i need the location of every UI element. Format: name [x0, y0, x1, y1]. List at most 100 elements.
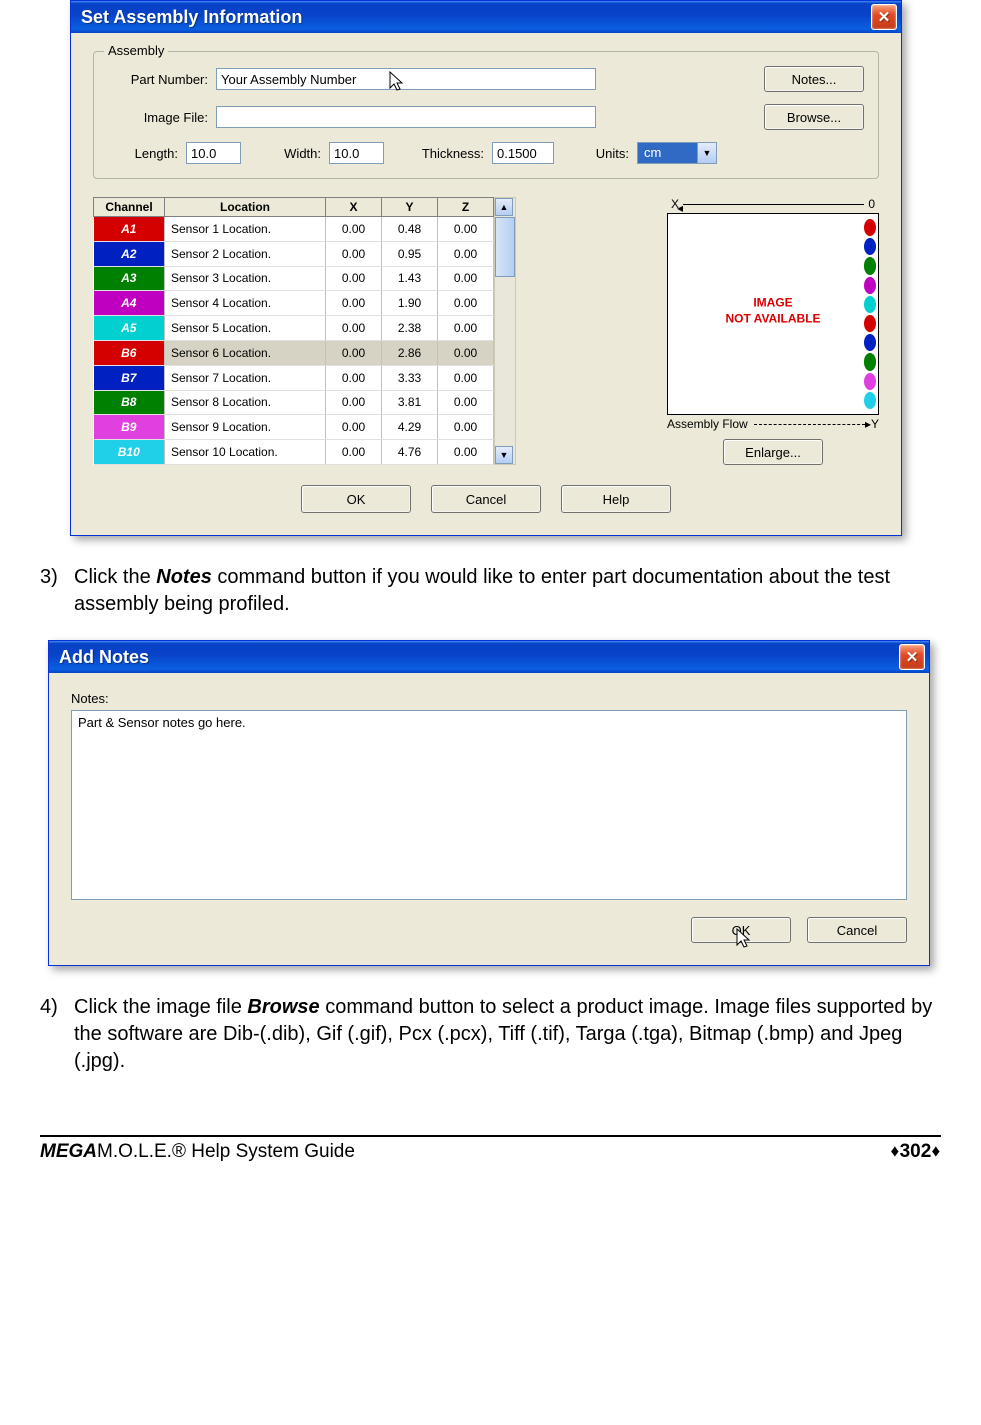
dialog-titlebar[interactable]: Add Notes ✕	[49, 641, 929, 673]
location-cell: Sensor 3 Location.	[165, 266, 326, 291]
location-cell: Sensor 1 Location.	[165, 217, 326, 242]
x-cell: 0.00	[326, 241, 382, 266]
close-icon[interactable]: ✕	[871, 4, 897, 30]
part-number-input[interactable]	[216, 68, 596, 90]
z-cell: 0.00	[438, 340, 494, 365]
y-cell: 2.86	[382, 340, 438, 365]
units-dropdown[interactable]: cm ▼	[637, 142, 717, 164]
units-value: cm	[638, 143, 697, 163]
channel-cell: B6	[94, 340, 165, 365]
z-cell: 0.00	[438, 415, 494, 440]
enlarge-button[interactable]: Enlarge...	[723, 439, 823, 465]
channel-cell: A4	[94, 291, 165, 316]
col-z: Z	[438, 198, 494, 217]
y-cell: 3.81	[382, 390, 438, 415]
x-cell: 0.00	[326, 217, 382, 242]
table-row[interactable]: B7Sensor 7 Location.0.003.330.00	[94, 365, 494, 390]
assembly-groupbox: Assembly Part Number: Notes... Image Fil…	[93, 51, 879, 179]
channel-cell: B10	[94, 440, 165, 465]
location-cell: Sensor 8 Location.	[165, 390, 326, 415]
x-cell: 0.00	[326, 266, 382, 291]
table-row[interactable]: A1Sensor 1 Location.0.000.480.00	[94, 217, 494, 242]
ok-button[interactable]: OK	[691, 917, 791, 943]
dialog-title: Set Assembly Information	[81, 7, 302, 28]
x-cell: 0.00	[326, 390, 382, 415]
location-cell: Sensor 4 Location.	[165, 291, 326, 316]
step-4-text: 4) Click the image file Browse command b…	[40, 994, 941, 1075]
z-cell: 0.00	[438, 440, 494, 465]
scroll-up-icon[interactable]: ▲	[495, 198, 513, 216]
y-cell: 4.76	[382, 440, 438, 465]
z-cell: 0.00	[438, 266, 494, 291]
preview-panel: X ◂ 0 IMAGENOT AVAILABLE Assembly Flow ▸…	[667, 197, 879, 465]
sensor-table[interactable]: ChannelLocationXYZ A1Sensor 1 Location.0…	[93, 197, 494, 465]
width-label: Width:	[241, 146, 329, 161]
thickness-label: Thickness:	[384, 146, 492, 161]
location-cell: Sensor 10 Location.	[165, 440, 326, 465]
z-cell: 0.00	[438, 217, 494, 242]
scroll-thumb[interactable]	[495, 217, 515, 277]
step-3-text: 3) Click the Notes command button if you…	[40, 564, 941, 618]
table-row[interactable]: A2Sensor 2 Location.0.000.950.00	[94, 241, 494, 266]
image-not-available-label: IMAGENOT AVAILABLE	[725, 295, 820, 326]
cancel-button[interactable]: Cancel	[807, 917, 907, 943]
table-row[interactable]: A3Sensor 3 Location.0.001.430.00	[94, 266, 494, 291]
browse-button[interactable]: Browse...	[764, 104, 864, 130]
help-button[interactable]: Help	[561, 485, 671, 513]
col-y: Y	[382, 198, 438, 217]
table-row[interactable]: B10Sensor 10 Location.0.004.760.00	[94, 440, 494, 465]
notes-textarea[interactable]	[71, 710, 907, 900]
table-row[interactable]: A4Sensor 4 Location.0.001.900.00	[94, 291, 494, 316]
table-row[interactable]: B9Sensor 9 Location.0.004.290.00	[94, 415, 494, 440]
ok-button[interactable]: OK	[301, 485, 411, 513]
notes-button[interactable]: Notes...	[764, 66, 864, 92]
location-cell: Sensor 6 Location.	[165, 340, 326, 365]
channel-cell: A1	[94, 217, 165, 242]
y-cell: 0.95	[382, 241, 438, 266]
units-label: Units:	[554, 146, 637, 161]
image-file-label: Image File:	[108, 110, 216, 125]
chevron-down-icon: ▼	[697, 143, 716, 163]
length-label: Length:	[108, 146, 186, 161]
channel-cell: B7	[94, 365, 165, 390]
thickness-input[interactable]	[492, 142, 554, 164]
location-cell: Sensor 7 Location.	[165, 365, 326, 390]
length-input[interactable]	[186, 142, 241, 164]
width-input[interactable]	[329, 142, 384, 164]
x-cell: 0.00	[326, 415, 382, 440]
x-cell: 0.00	[326, 291, 382, 316]
x-cell: 0.00	[326, 340, 382, 365]
table-row[interactable]: B6Sensor 6 Location.0.002.860.00	[94, 340, 494, 365]
x-cell: 0.00	[326, 316, 382, 341]
diamond-icon: ♦	[932, 1142, 941, 1162]
dialog-titlebar[interactable]: Set Assembly Information ✕	[71, 1, 901, 33]
axis-0-label: 0	[868, 197, 875, 211]
z-cell: 0.00	[438, 241, 494, 266]
y-cell: 0.48	[382, 217, 438, 242]
channel-cell: A2	[94, 241, 165, 266]
part-number-label: Part Number:	[108, 72, 216, 87]
image-file-input[interactable]	[216, 106, 596, 128]
location-cell: Sensor 5 Location.	[165, 316, 326, 341]
y-cell: 4.29	[382, 415, 438, 440]
footer-rest: M.O.L.E.® Help System Guide	[97, 1141, 355, 1162]
location-cell: Sensor 9 Location.	[165, 415, 326, 440]
x-cell: 0.00	[326, 365, 382, 390]
cancel-button[interactable]: Cancel	[431, 485, 541, 513]
y-cell: 1.90	[382, 291, 438, 316]
table-scrollbar[interactable]: ▲ ▼	[494, 197, 516, 465]
location-cell: Sensor 2 Location.	[165, 241, 326, 266]
table-row[interactable]: B8Sensor 8 Location.0.003.810.00	[94, 390, 494, 415]
y-cell: 1.43	[382, 266, 438, 291]
channel-cell: A3	[94, 266, 165, 291]
channel-cell: B9	[94, 415, 165, 440]
z-cell: 0.00	[438, 365, 494, 390]
set-assembly-info-dialog: Set Assembly Information ✕ Assembly Part…	[70, 0, 902, 536]
channel-cell: B8	[94, 390, 165, 415]
table-row[interactable]: A5Sensor 5 Location.0.002.380.00	[94, 316, 494, 341]
close-icon[interactable]: ✕	[899, 644, 925, 670]
page-footer: MEGAM.O.L.E.® Help System Guide ♦302♦	[40, 1135, 941, 1183]
scroll-down-icon[interactable]: ▼	[495, 446, 513, 464]
z-cell: 0.00	[438, 291, 494, 316]
x-cell: 0.00	[326, 440, 382, 465]
